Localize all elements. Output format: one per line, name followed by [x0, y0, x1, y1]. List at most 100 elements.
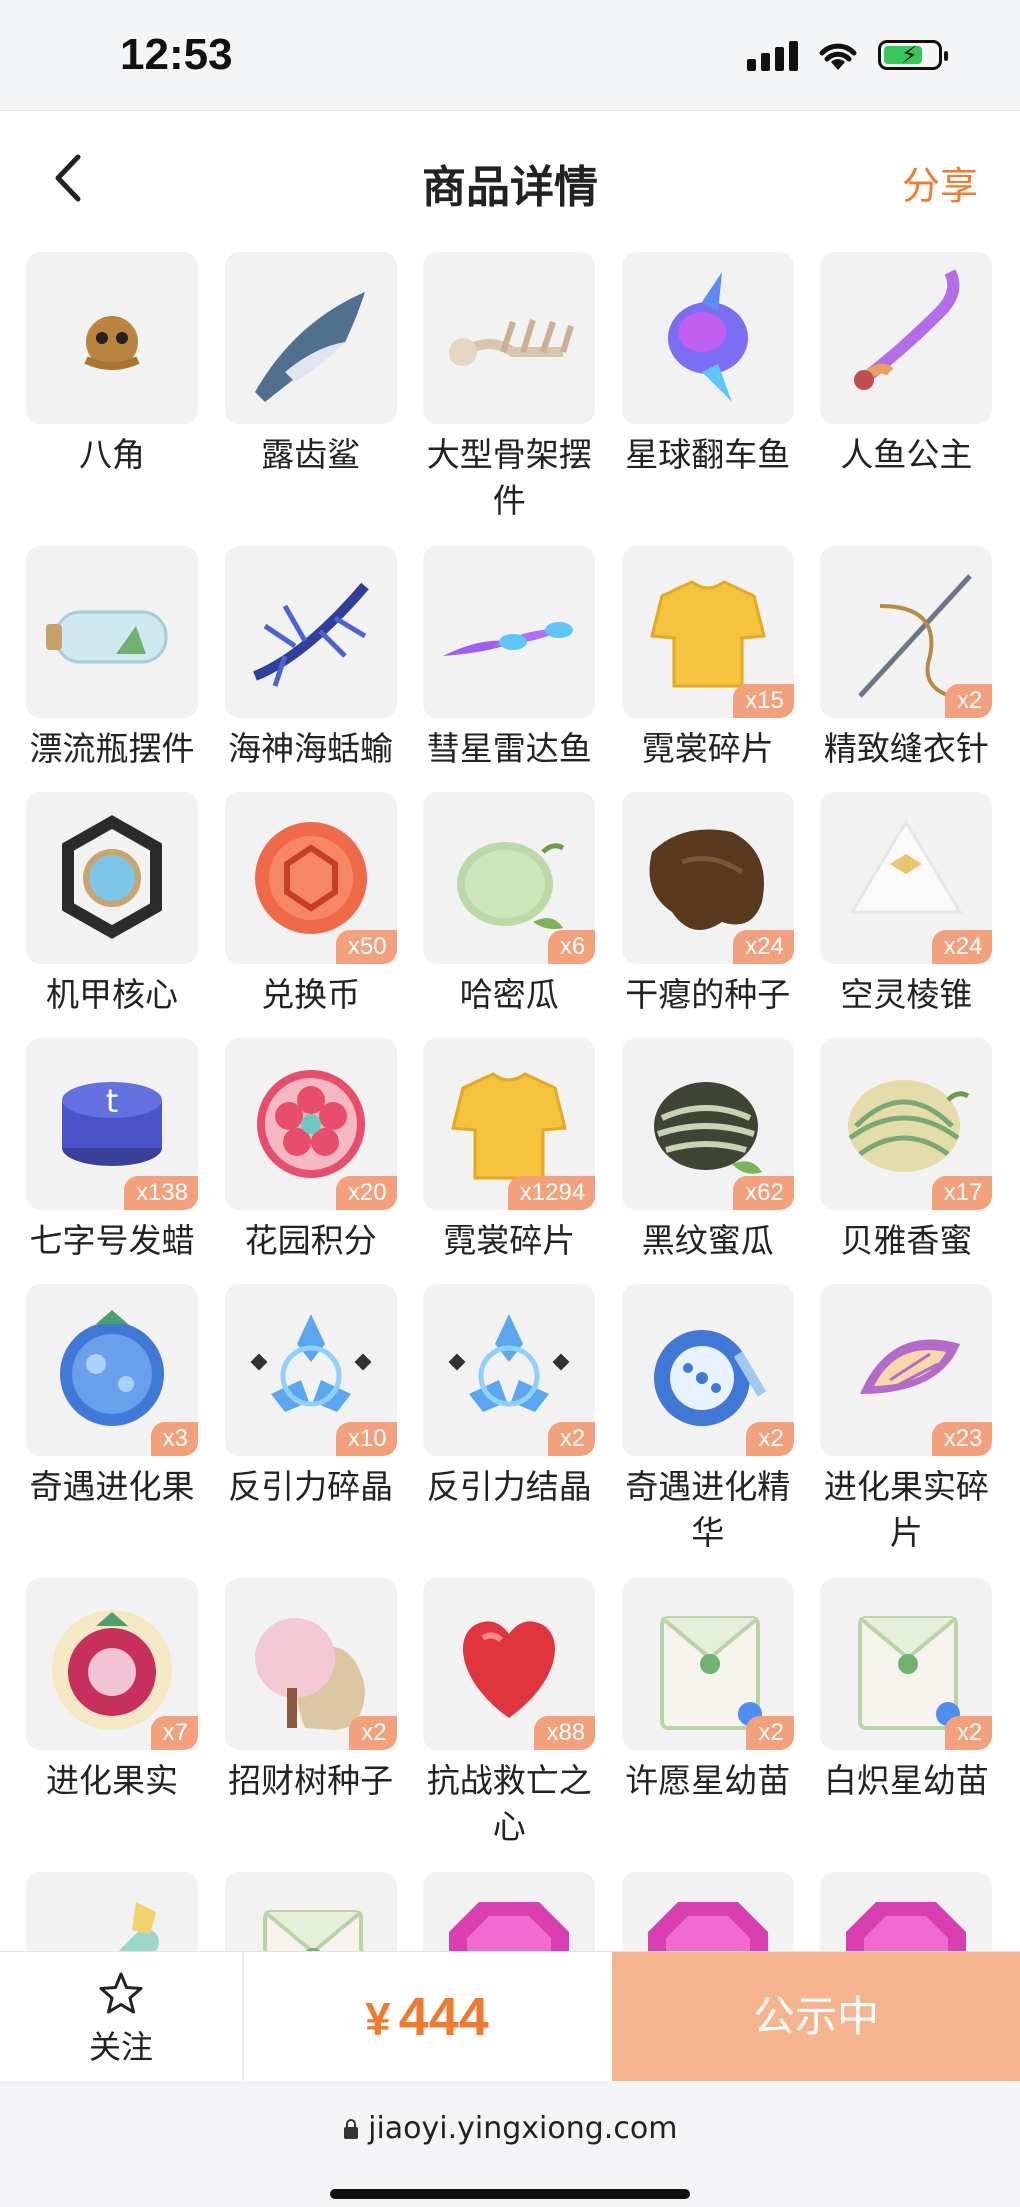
grid-item[interactable]: 人鱼公主 — [820, 252, 993, 478]
grid-item[interactable]: x15 霓裳碎片 — [621, 546, 794, 772]
item-name: 霓裳碎片 — [443, 1221, 576, 1260]
grid-item[interactable]: x62 黑纹蜜瓜 — [621, 1038, 794, 1264]
grid-item[interactable]: x2 反引力结晶 — [423, 1284, 596, 1510]
item-name: 干瘪的种子 — [625, 975, 791, 1014]
grid-item[interactable]: x2 许愿星幼苗 — [621, 1578, 794, 1804]
item-thumbnail — [224, 546, 397, 718]
item-thumbnail: x2 — [224, 1578, 397, 1750]
status-bar: 12:53 ⚡ — [0, 0, 1020, 110]
item-thumbnail — [621, 252, 794, 424]
grid-item[interactable]: 机甲核心 — [26, 792, 198, 1018]
grid-item[interactable]: 露齿鲨 — [224, 252, 397, 478]
item-name: 反引力结晶 — [426, 1467, 592, 1506]
grid-item[interactable]: 漂流瓶摆件 — [26, 546, 198, 772]
status-icons: ⚡ — [747, 38, 948, 72]
count-badge: x2 — [746, 1422, 794, 1456]
grid-item[interactable]: x6 哈密瓜 — [423, 792, 596, 1018]
item-thumbnail — [26, 546, 198, 718]
count-badge: x10 — [335, 1422, 397, 1456]
count-badge: x15 — [733, 684, 794, 718]
count-badge: x24 — [733, 930, 794, 964]
grid-item[interactable]: x2 白炽星幼苗 — [820, 1578, 993, 1804]
item-thumbnail: x20 — [224, 1038, 397, 1210]
item-name: 兑换币 — [261, 975, 361, 1014]
item-thumbnail — [26, 792, 198, 964]
grid-item[interactable]: 大型骨架摆件 — [423, 252, 596, 524]
item-name: 人鱼公主 — [840, 435, 973, 474]
item-thumbnail: x24 — [820, 792, 993, 964]
grid-item[interactable]: x2 奇遇进化精华 — [621, 1284, 794, 1556]
item-thumbnail: x2 — [820, 546, 993, 718]
octopus-plush-icon — [84, 316, 140, 370]
count-badge: x62 — [733, 1176, 794, 1210]
item-name: 机甲核心 — [46, 975, 178, 1014]
grid-item[interactable]: x1294 霓裳碎片 — [423, 1038, 596, 1264]
url-bar[interactable]: jiaoyi.yingxiong.com — [0, 2111, 1020, 2146]
item-name: 奇遇进化精华 — [625, 1467, 791, 1552]
price: ¥444 — [244, 1952, 610, 2082]
page-title: 商品详情 — [422, 162, 598, 213]
price-value: 444 — [398, 1987, 489, 2047]
grid-item[interactable]: x7 进化果实 — [26, 1578, 198, 1804]
grid-item[interactable]: x10 反引力碎晶 — [224, 1284, 397, 1510]
grid-item[interactable]: x17 贝雅香蜜 — [820, 1038, 993, 1264]
count-badge: x2 — [349, 1716, 397, 1750]
item-name: 哈密瓜 — [459, 975, 559, 1014]
count-badge: x2 — [945, 684, 993, 718]
browser-bar: jiaoyi.yingxiong.com — [0, 2081, 1020, 2207]
item-thumbnail: t x138 — [26, 1038, 198, 1210]
sea-slug-icon — [252, 582, 369, 687]
shark-icon — [254, 292, 365, 402]
item-name: 抗战救亡之心 — [426, 1761, 592, 1846]
bottle-icon — [46, 610, 168, 664]
grid-item[interactable]: 海神海蛞蝓 — [224, 546, 397, 772]
grid-item[interactable]: 星球翻车鱼 — [621, 252, 794, 478]
grid-item[interactable]: x88 抗战救亡之心 — [423, 1578, 596, 1850]
home-indicator — [330, 2189, 690, 2199]
bottom-action-bar: 关注 ¥444 公示中 — [0, 1951, 1020, 2082]
count-badge: x3 — [150, 1422, 198, 1456]
follow-button[interactable]: 关注 — [0, 1952, 244, 2082]
star-icon — [99, 1972, 143, 2014]
grid-item[interactable]: 彗星雷达鱼 — [423, 546, 596, 772]
item-name: 招财树种子 — [228, 1761, 394, 1800]
item-thumbnail: x17 — [820, 1038, 993, 1210]
count-badge: x17 — [931, 1176, 993, 1210]
item-name: 八角 — [79, 435, 145, 474]
grid-item[interactable]: x2 精致缝衣针 — [820, 546, 993, 772]
grid-item[interactable]: x3 奇遇进化果 — [26, 1284, 198, 1510]
sunfish-icon — [667, 272, 748, 402]
count-badge: x24 — [931, 930, 993, 964]
grid-item[interactable]: x50 兑换币 — [224, 792, 397, 1018]
count-badge: x88 — [534, 1716, 596, 1750]
count-badge: x1294 — [507, 1176, 596, 1210]
item-thumbnail: x6 — [423, 792, 596, 964]
url-text: jiaoyi.yingxiong.com — [368, 2111, 678, 2146]
status-button[interactable]: 公示中 — [612, 1952, 1020, 2082]
item-thumbnail: x50 — [224, 792, 397, 964]
item-thumbnail: x15 — [621, 546, 794, 718]
grid-item[interactable]: x24 干瘪的种子 — [621, 792, 794, 1018]
grid-item[interactable]: t x138 七字号发蜡 — [26, 1038, 198, 1264]
grid-item[interactable]: 八角 — [26, 252, 198, 478]
item-thumbnail: x1294 — [423, 1038, 596, 1210]
item-name: 大型骨架摆件 — [426, 435, 592, 520]
count-badge: x50 — [335, 930, 397, 964]
grid-item[interactable]: x20 花园积分 — [224, 1038, 397, 1264]
grid-item[interactable]: x2 招财树种子 — [224, 1578, 397, 1804]
nav-bar: 商品详情 分享 — [0, 110, 1020, 243]
item-name: 星球翻车鱼 — [625, 435, 791, 474]
count-badge: x20 — [335, 1176, 397, 1210]
share-link[interactable]: 分享 — [902, 155, 978, 210]
lock-icon — [343, 2119, 358, 2139]
item-name: 贝雅香蜜 — [840, 1221, 973, 1260]
count-badge: x2 — [547, 1422, 596, 1456]
item-thumbnail: x2 — [621, 1284, 794, 1456]
grid-item[interactable]: x24 空灵棱锥 — [820, 792, 993, 1018]
count-badge: x2 — [945, 1716, 993, 1750]
count-badge: x6 — [547, 930, 596, 964]
skeleton-icon — [449, 319, 575, 366]
item-thumbnail: x2 — [621, 1578, 794, 1750]
battery-icon: ⚡ — [878, 40, 948, 70]
grid-item[interactable]: x23 进化果实碎片 — [820, 1284, 993, 1556]
